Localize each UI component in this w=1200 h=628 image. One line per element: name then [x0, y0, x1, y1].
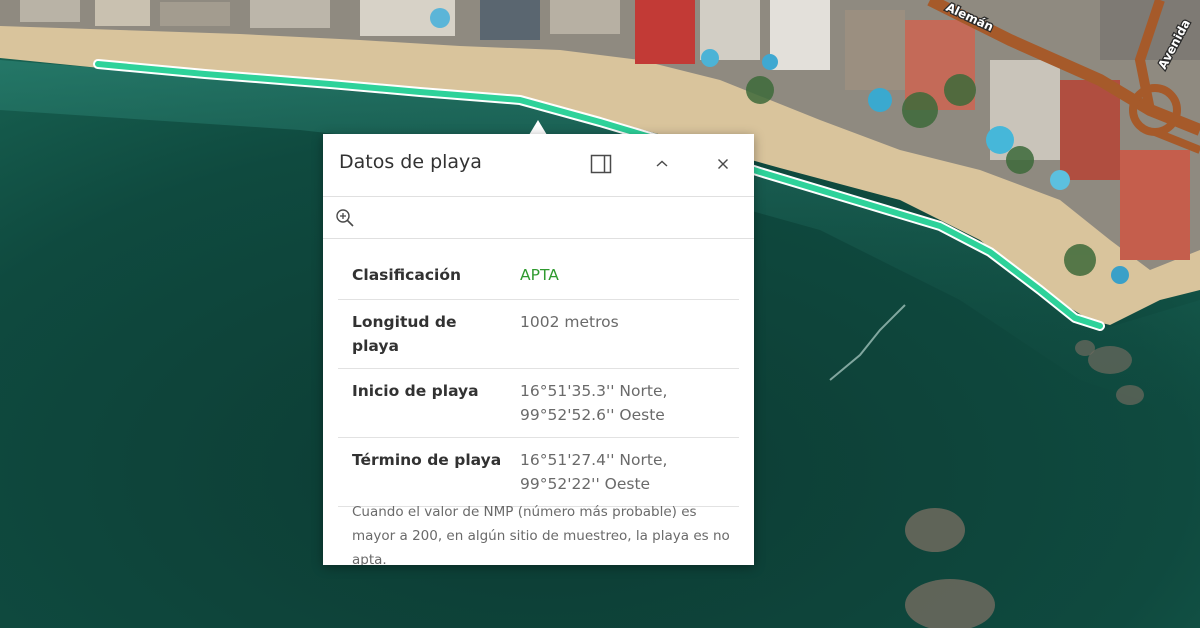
table-row: Longitud de playa 1002 metros	[338, 299, 739, 369]
zoom-to-button[interactable]	[333, 206, 357, 230]
field-label-inicio: Inicio de playa	[338, 368, 506, 438]
chevron-up-icon	[656, 160, 668, 167]
popup-content: Clasificación APTA Longitud de playa 100…	[323, 239, 754, 565]
beach-popup: Datos de playa Clasificación APTA Longit…	[323, 134, 754, 565]
attribute-table: Clasificación APTA Longitud de playa 100…	[338, 251, 739, 507]
field-label-longitud: Longitud de playa	[338, 299, 506, 369]
field-value-termino: 16°51'27.4'' Norte, 99°52'22'' Oeste	[506, 437, 739, 507]
popup-toolbar	[323, 197, 754, 239]
close-icon	[718, 159, 728, 169]
field-label-termino: Término de playa	[338, 437, 506, 507]
popup-note: Cuando el valor de NMP (número más proba…	[352, 504, 730, 565]
close-button[interactable]	[708, 149, 738, 179]
dock-icon	[590, 154, 612, 174]
table-row: Inicio de playa 16°51'35.3'' Norte, 99°5…	[338, 368, 739, 438]
dock-button[interactable]	[586, 149, 616, 179]
table-row: Clasificación APTA	[338, 251, 739, 300]
popup-header: Datos de playa	[323, 134, 754, 197]
collapse-button[interactable]	[647, 149, 677, 179]
field-value-clasificacion: APTA	[506, 251, 739, 300]
field-value-inicio: 16°51'35.3'' Norte, 99°52'52.6'' Oeste	[506, 368, 739, 438]
popup-pointer	[529, 120, 547, 135]
zoom-to-icon	[336, 209, 354, 227]
table-row: Término de playa 16°51'27.4'' Norte, 99°…	[338, 437, 739, 507]
popup-title: Datos de playa	[339, 151, 482, 173]
field-value-longitud: 1002 metros	[506, 299, 739, 369]
field-label-clasificacion: Clasificación	[338, 251, 506, 300]
